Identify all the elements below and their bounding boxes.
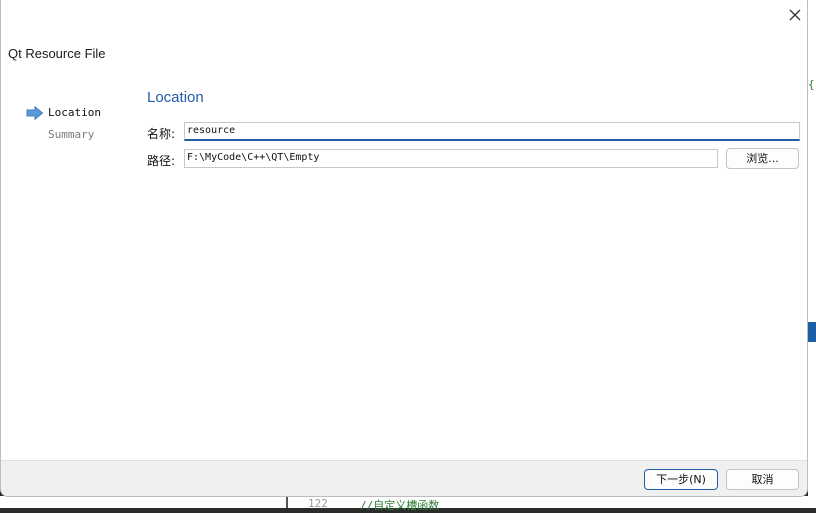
- sidebar-item-location: Location: [48, 106, 101, 119]
- cancel-button[interactable]: 取消: [726, 469, 799, 490]
- page-title: Location: [147, 89, 204, 106]
- name-input[interactable]: resource: [184, 122, 800, 141]
- background-code-comment: //自定义槽函数: [360, 499, 440, 512]
- name-label: 名称:: [147, 127, 176, 141]
- path-label: 路径:: [147, 154, 176, 168]
- close-button[interactable]: [781, 2, 807, 28]
- dialog-footer: 下一步(N) 取消: [1, 460, 807, 496]
- close-icon: [789, 9, 801, 21]
- background-line-number: 122: [308, 497, 328, 510]
- background-code-brace: {: [808, 78, 815, 91]
- qt-resource-file-dialog: Qt Resource File Location Summary Locati…: [0, 0, 808, 497]
- wizard-content: Location Summary Location 名称: resource 路…: [9, 78, 807, 460]
- sidebar-item-summary: Summary: [48, 128, 95, 141]
- background-selection: [808, 322, 816, 342]
- next-button[interactable]: 下一步(N): [644, 469, 718, 490]
- dialog-title: Qt Resource File: [8, 46, 106, 61]
- background-gutter: [286, 496, 288, 508]
- path-input[interactable]: F:\MyCode\C++\QT\Empty: [184, 149, 718, 168]
- browse-button[interactable]: 浏览...: [726, 148, 799, 169]
- background-editor-right: [808, 0, 816, 508]
- arrow-right-icon: [26, 106, 44, 120]
